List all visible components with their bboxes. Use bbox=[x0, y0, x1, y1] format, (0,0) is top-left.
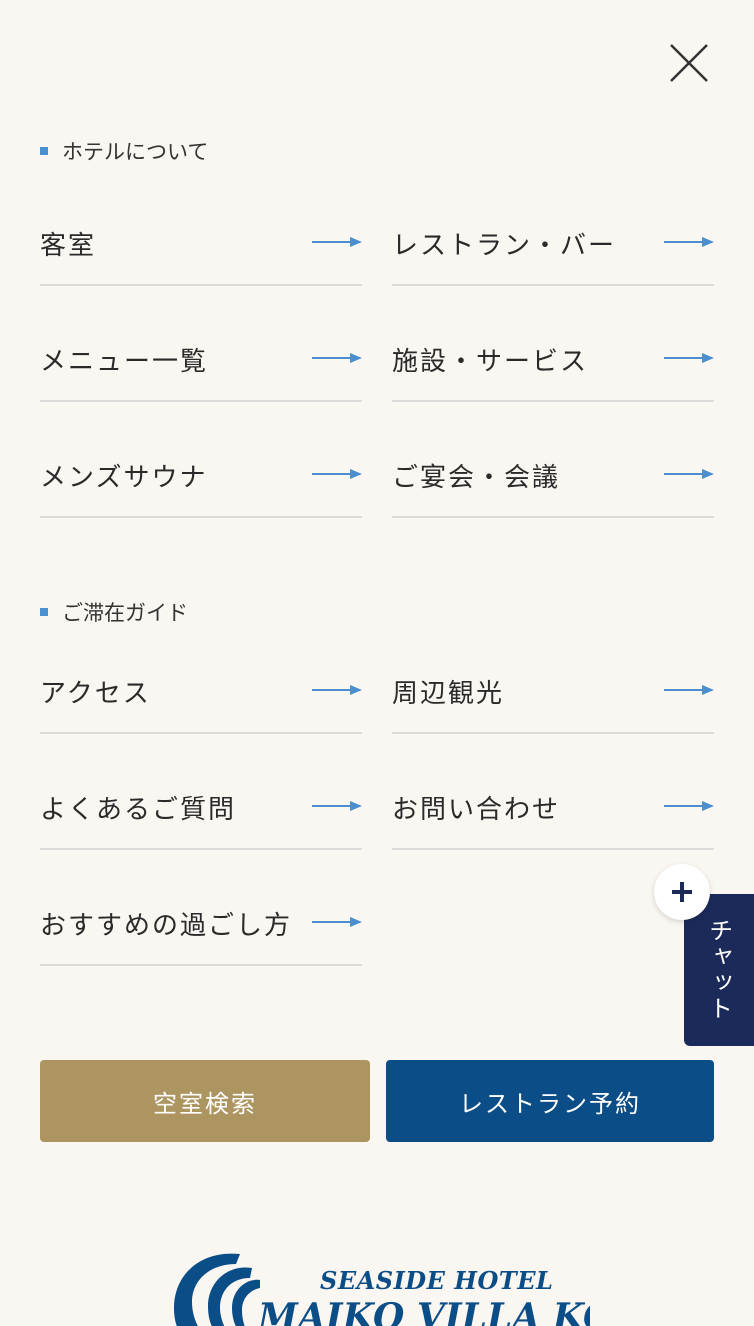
menu-item-label: メンズサウナ bbox=[40, 463, 208, 493]
section-title: ホテルについて bbox=[40, 136, 714, 166]
menu-item-rooms[interactable]: 客室 bbox=[40, 170, 362, 286]
restaurant-reservation-button[interactable]: レストラン予約 bbox=[386, 1060, 714, 1142]
chat-label: チャット bbox=[704, 918, 733, 1022]
arrow-right-icon bbox=[312, 353, 362, 363]
vacancy-search-button[interactable]: 空室検索 bbox=[40, 1060, 370, 1142]
chat-expand-button[interactable] bbox=[654, 864, 710, 920]
menu-item-recommended[interactable]: おすすめの過ごし方 bbox=[40, 850, 362, 966]
arrow-right-icon bbox=[312, 469, 362, 479]
arrow-right-icon bbox=[664, 353, 714, 363]
arrow-right-icon bbox=[312, 237, 362, 247]
menu-item-label: 客室 bbox=[40, 231, 97, 261]
arrow-right-icon bbox=[664, 801, 714, 811]
arrow-right-icon bbox=[312, 801, 362, 811]
menu-item-mens-sauna[interactable]: メンズサウナ bbox=[40, 402, 362, 518]
close-button[interactable] bbox=[666, 40, 712, 86]
menu-item-faq[interactable]: よくあるご質問 bbox=[40, 734, 362, 850]
menu-item-label: お問い合わせ bbox=[392, 795, 561, 825]
menu-item-label: おすすめの過ごし方 bbox=[40, 911, 293, 941]
menu-grid: アクセス 周辺観光 よくあるご質問 お問い合わせ おすすめの過ごし方 bbox=[40, 627, 714, 981]
section-stay-guide: ご滞在ガイド アクセス 周辺観光 よくあるご質問 お問い合わせ おすすめの過ごし… bbox=[40, 597, 714, 981]
menu-item-label: よくあるご質問 bbox=[40, 795, 237, 825]
logo-line1: SEASIDE HOTEL bbox=[320, 1266, 554, 1295]
menu-item-contact[interactable]: お問い合わせ bbox=[392, 734, 714, 850]
menu-grid: 客室 レストラン・バー メニュー一覧 施設・サービス メンズサウナ ご宴会・会議 bbox=[40, 166, 714, 520]
arrow-right-icon bbox=[664, 685, 714, 695]
menu-item-label: 施設・サービス bbox=[392, 347, 589, 377]
section-hotel-info: ホテルについて 客室 レストラン・バー メニュー一覧 施設・サービス メンズサウ… bbox=[40, 136, 714, 520]
menu-item-restaurant-bar[interactable]: レストラン・バー bbox=[392, 170, 714, 286]
menu-item-label: 周辺観光 bbox=[392, 679, 505, 709]
menu-item-label: ご宴会・会議 bbox=[392, 463, 561, 493]
arrow-right-icon bbox=[664, 237, 714, 247]
section-marker bbox=[40, 608, 48, 616]
menu-item-menu-list[interactable]: メニュー一覧 bbox=[40, 286, 362, 402]
menu-item-facilities[interactable]: 施設・サービス bbox=[392, 286, 714, 402]
menu-item-access[interactable]: アクセス bbox=[40, 618, 362, 734]
close-icon bbox=[670, 44, 708, 82]
menu-item-sightseeing[interactable]: 周辺観光 bbox=[392, 618, 714, 734]
wave-logo-icon bbox=[174, 1253, 260, 1326]
section-title-text: ホテルについて bbox=[62, 140, 209, 164]
arrow-right-icon bbox=[312, 685, 362, 695]
hotel-logo: SEASIDE HOTEL MAIKO VILLA KOBE bbox=[170, 1250, 590, 1326]
section-marker bbox=[40, 147, 48, 155]
arrow-right-icon bbox=[312, 917, 362, 927]
menu-item-banquet[interactable]: ご宴会・会議 bbox=[392, 402, 714, 518]
menu-item-label: メニュー一覧 bbox=[40, 347, 209, 377]
menu-item-label: アクセス bbox=[40, 679, 151, 709]
menu-item-label: レストラン・バー bbox=[392, 231, 617, 261]
arrow-right-icon bbox=[664, 469, 714, 479]
logo-line2: MAIKO VILLA KOBE bbox=[258, 1296, 590, 1326]
plus-icon bbox=[672, 882, 692, 902]
